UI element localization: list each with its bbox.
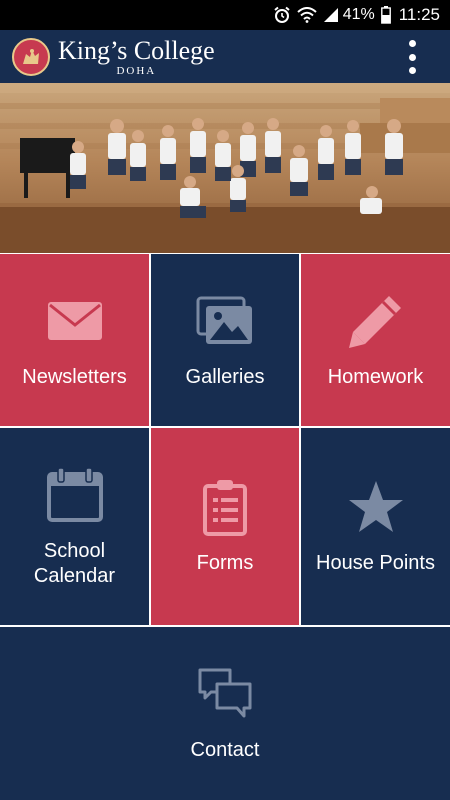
app-bar: King’s College DOHA [0, 30, 450, 83]
chat-bubbles-icon [197, 664, 253, 724]
status-time: 11:25 [398, 5, 440, 24]
status-bar: 41% 11:25 [0, 0, 450, 30]
more-vert-icon[interactable] [402, 40, 422, 74]
calendar-icon [46, 465, 104, 525]
tile-newsletters[interactable]: Newsletters [0, 254, 149, 426]
tile-homework[interactable]: Homework [301, 254, 450, 426]
images-icon [196, 291, 254, 351]
hero-photo-illustration [0, 83, 450, 253]
brand-subtitle: DOHA [116, 64, 157, 77]
envelope-icon [47, 291, 103, 351]
pencil-icon [347, 291, 405, 351]
tile-label: Newsletters [22, 365, 127, 388]
tile-label: Homework [327, 365, 424, 388]
tile-school-calendar[interactable]: School Calendar [0, 428, 149, 625]
clipboard-icon [202, 477, 248, 537]
wifi-icon [297, 7, 317, 23]
brand-name: King’s College [58, 35, 215, 65]
tile-forms[interactable]: Forms [151, 428, 299, 625]
tile-galleries[interactable]: Galleries [151, 254, 299, 426]
tile-label: Contact [190, 739, 260, 761]
tile-label: Galleries [185, 365, 265, 388]
tile-label: School Calendar [33, 539, 116, 587]
signal-icon [323, 7, 339, 23]
school-crest-logo [12, 37, 50, 76]
alarm-icon [273, 6, 291, 24]
tile-label: Forms [196, 552, 254, 574]
tile-label: House Points [316, 552, 435, 574]
tile-contact[interactable]: Contact [0, 627, 450, 800]
battery-percent: 41% [342, 6, 375, 23]
star-icon [347, 477, 405, 537]
battery-icon [380, 6, 391, 24]
hero-image [0, 83, 450, 253]
tile-house-points[interactable]: House Points [301, 428, 450, 625]
brand-logo: King’s College DOHA [58, 35, 215, 77]
